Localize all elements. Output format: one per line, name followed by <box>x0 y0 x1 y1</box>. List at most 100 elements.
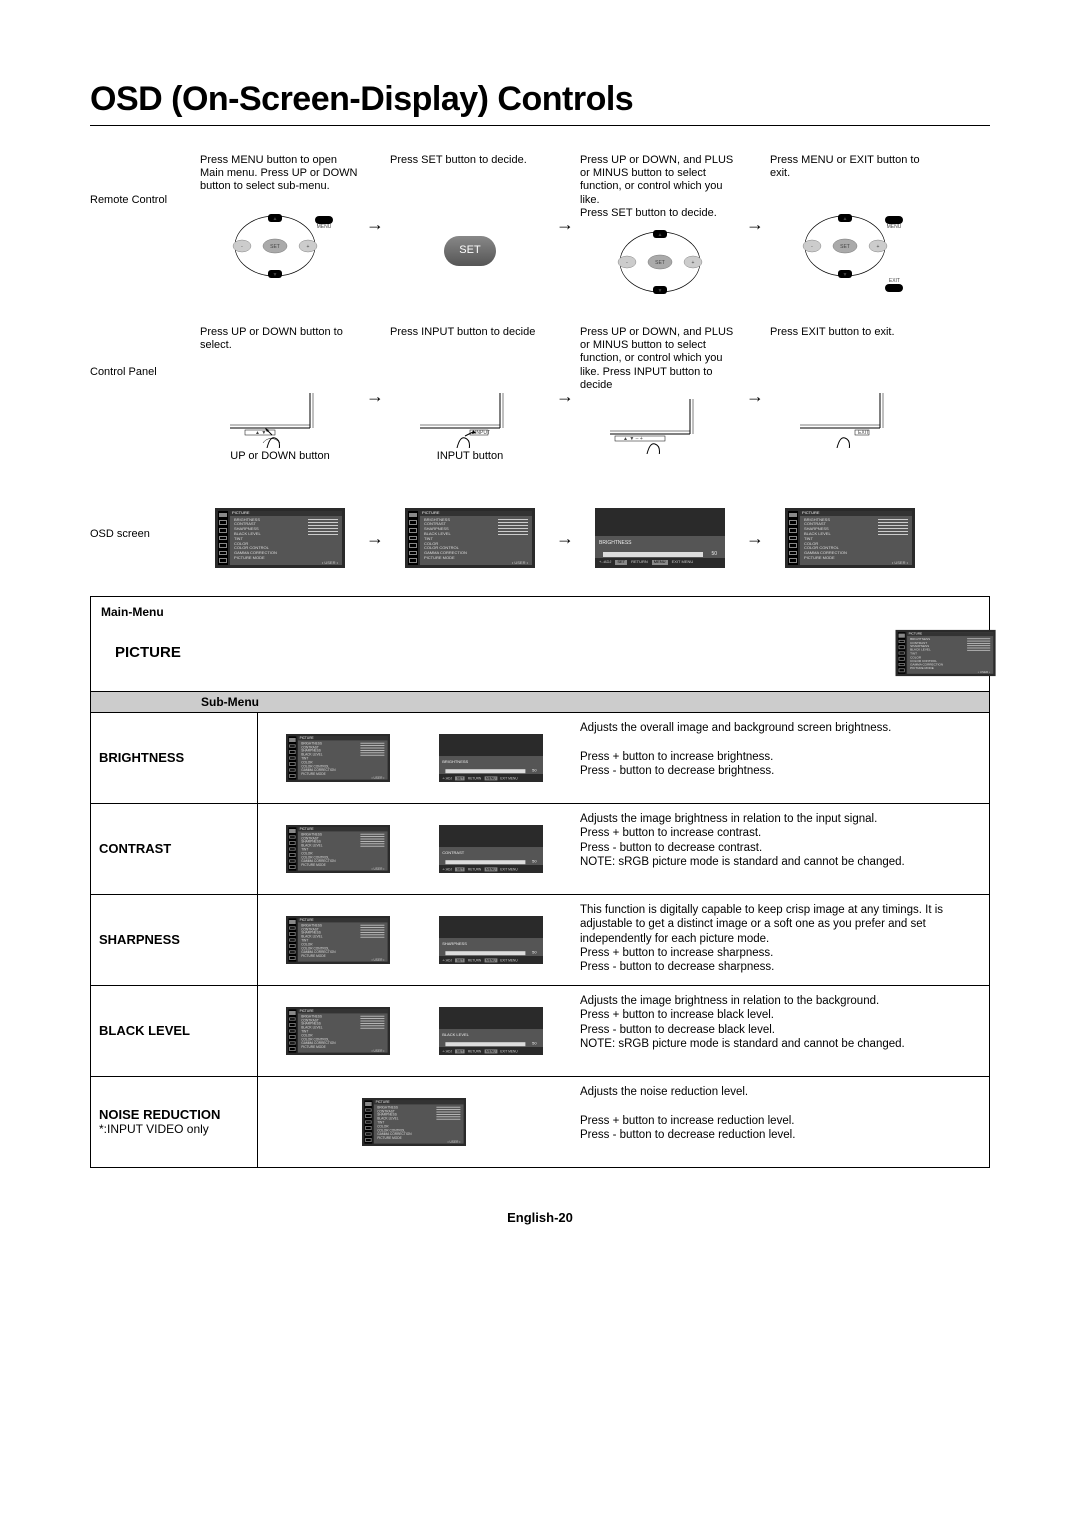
remote-step-4-caption: Press MENU or EXIT button to exit. <box>770 154 930 204</box>
osd-menu-thumbnail: PICTUREBRIGHTNESSCONTRASTSHARPNESSBLACK … <box>286 734 390 782</box>
submenu-row: NOISE REDUCTION*:INPUT VIDEO only PICTURE… <box>91 1076 989 1167</box>
submenu-name: CONTRAST <box>91 804 258 894</box>
arrow-right-icon: → <box>550 508 580 550</box>
submenu-thumbs: PICTUREBRIGHTNESSCONTRASTSHARPNESSBLACK … <box>258 895 570 985</box>
osd-menu-thumbnail: PICTUREBRIGHTNESSCONTRASTSHARPNESSBLACK … <box>286 825 390 873</box>
svg-text:+: + <box>877 244 880 250</box>
submenu-thumbs: PICTUREBRIGHTNESSCONTRASTSHARPNESSBLACK … <box>258 713 570 803</box>
remote-step-2: Press SET button to decide. SET <box>390 154 550 296</box>
osd-menu-thumbnail: PICTUREBRIGHTNESSCONTRASTSHARPNESSBLACK … <box>362 1098 466 1146</box>
svg-text:EXIT: EXIT <box>889 278 900 284</box>
submenu-desc: Adjusts the overall image and background… <box>570 713 989 803</box>
submenu-row: BLACK LEVEL PICTUREBRIGHTNESSCONTRASTSHAR… <box>91 985 989 1076</box>
osd-menu-thumbnail: PICTUREBRIGHTNESSCONTRASTSHARPNESSBLACK … <box>785 508 915 568</box>
monitor-corner-icon: INPUT <box>415 388 525 448</box>
page-title: OSD (On-Screen-Display) Controls <box>90 80 990 119</box>
osd-step-3: BRIGHTNESS50+-:ADJSETRETURNMENUEXIT MENU <box>580 508 740 570</box>
submenu-desc: Adjusts the noise reduction level. Press… <box>570 1077 989 1167</box>
svg-text:MENU: MENU <box>887 224 902 230</box>
svg-text:EXIT: EXIT <box>858 430 869 436</box>
submenu-name: BRIGHTNESS <box>91 713 258 803</box>
svg-text:SET: SET <box>270 244 280 250</box>
osd-menu-thumbnail: PICTUREBRIGHTNESSCONTRASTSHARPNESSBLACK … <box>286 916 390 964</box>
arrow-right-icon: → <box>550 154 580 236</box>
osd-menu-thumbnail: PICTUREBRIGHTNESSCONTRASTSHARPNESSBLACK … <box>286 1007 390 1055</box>
svg-text:▲: ▲ <box>843 216 848 222</box>
svg-text:SET: SET <box>655 260 665 266</box>
panel-step-4-caption: Press EXIT button to exit. <box>770 326 930 386</box>
panel-step-2-caption: Press INPUT button to decide <box>390 326 550 386</box>
remote-ellipse-icon: ▲ ▼ - + SET MENU EXIT <box>790 206 910 296</box>
set-button-large: SET <box>444 236 496 266</box>
remote-step-1: Press MENU button to open Main menu. Pre… <box>200 154 360 296</box>
remote-step-4: Press MENU or EXIT button to exit. ▲ ▼ -… <box>770 154 930 296</box>
main-menu-header: Main-Menu <box>91 597 989 623</box>
svg-text:INPUT: INPUT <box>475 430 490 436</box>
panel-step-3: Press UP or DOWN, and PLUS or MINUS butt… <box>580 326 740 484</box>
osd-slider-thumbnail: BLACK LEVEL50+-:ADJSETRETURNMENUEXIT MEN… <box>439 1007 543 1055</box>
monitor-corner-icon: EXIT <box>795 388 905 448</box>
svg-text:▲: ▲ <box>658 232 663 238</box>
osd-menu-thumbnail: PICTUREBRIGHTNESSCONTRASTSHARPNESSBLACK … <box>896 630 996 676</box>
svg-text:▼: ▼ <box>658 288 663 294</box>
osd-label: OSD screen <box>90 508 200 541</box>
submenu-desc: This function is digitally capable to ke… <box>570 895 989 985</box>
arrow-right-icon: → <box>360 154 390 236</box>
svg-text:▼: ▼ <box>843 272 848 278</box>
panel-step-4: Press EXIT button to exit. EXIT <box>770 326 930 478</box>
svg-text:SET: SET <box>840 244 850 250</box>
osd-step-1: PICTUREBRIGHTNESSCONTRASTSHARPNESSBLACK … <box>200 508 360 570</box>
osd-step-4: PICTUREBRIGHTNESSCONTRASTSHARPNESSBLACK … <box>770 508 930 570</box>
osd-slider-thumbnail: BRIGHTNESS50+-:ADJSETRETURNMENUEXIT MENU <box>439 734 543 782</box>
panel-step-1: Press UP or DOWN button to select. ▲ ▼ U… <box>200 326 360 478</box>
panel-step-1-caption: Press UP or DOWN button to select. <box>200 326 360 386</box>
picture-title: PICTURE <box>115 644 864 661</box>
monitor-corner-icon: ▲ ▼ – + <box>605 394 715 454</box>
remote-row: Remote Control Press MENU button to open… <box>90 154 990 312</box>
picture-row: PICTURE PICTUREBRIGHTNESSCONTRASTSHARPNE… <box>91 623 989 691</box>
arrow-right-icon: → <box>740 508 770 550</box>
submenu-row: SHARPNESS PICTUREBRIGHTNESSCONTRASTSHARPN… <box>91 894 989 985</box>
osd-step-2: PICTUREBRIGHTNESSCONTRASTSHARPNESSBLACK … <box>390 508 550 570</box>
submenu-thumbs: PICTUREBRIGHTNESSCONTRASTSHARPNESSBLACK … <box>258 804 570 894</box>
submenu-row: CONTRAST PICTUREBRIGHTNESSCONTRASTSHARPNE… <box>91 803 989 894</box>
panel-step-2: Press INPUT button to decide INPUT INPUT… <box>390 326 550 478</box>
panel-step-2-bottom: INPUT button <box>415 450 525 463</box>
arrow-right-icon: → <box>360 508 390 550</box>
remote-step-3: Press UP or DOWN, and PLUS or MINUS butt… <box>580 154 740 312</box>
remote-ellipse-icon: ▲ ▼ - + SET MENU <box>220 206 340 286</box>
submenu-desc: Adjusts the image brightness in relation… <box>570 804 989 894</box>
monitor-corner-icon: ▲ ▼ <box>225 388 335 448</box>
arrow-right-icon: → <box>740 154 770 236</box>
page-number: English-20 <box>90 1210 990 1225</box>
arrow-right-icon: → <box>740 326 770 408</box>
sub-menu-header: Sub-Menu <box>91 691 989 712</box>
arrow-right-icon: → <box>360 326 390 408</box>
submenu-name: SHARPNESS <box>91 895 258 985</box>
panel-step-1-bottom: UP or DOWN button <box>225 450 335 463</box>
svg-text:+: + <box>307 244 310 250</box>
remote-step-2-caption: Press SET button to decide. <box>390 154 550 204</box>
menu-table: Main-Menu PICTURE PICTUREBRIGHTNESSCONTR… <box>90 596 990 1168</box>
svg-text:▲ ▼ – +: ▲ ▼ – + <box>623 436 643 442</box>
osd-menu-thumbnail: PICTUREBRIGHTNESSCONTRASTSHARPNESSBLACK … <box>405 508 535 568</box>
osd-menu-thumbnail: PICTUREBRIGHTNESSCONTRASTSHARPNESSBLACK … <box>215 508 345 568</box>
remote-label: Remote Control <box>90 154 200 207</box>
svg-text:▲: ▲ <box>273 216 278 222</box>
submenu-name: NOISE REDUCTION*:INPUT VIDEO only <box>91 1077 258 1167</box>
panel-label: Control Panel <box>90 326 200 379</box>
flow-section: Remote Control Press MENU button to open… <box>90 154 990 570</box>
submenu-name: BLACK LEVEL <box>91 986 258 1076</box>
panel-step-3-caption: Press UP or DOWN, and PLUS or MINUS butt… <box>580 326 740 392</box>
osd-row: OSD screen PICTUREBRIGHTNESSCONTRASTSHAR… <box>90 508 990 570</box>
remote-step-1-caption: Press MENU button to open Main menu. Pre… <box>200 154 360 204</box>
title-rule <box>90 125 990 126</box>
svg-text:▲ ▼: ▲ ▼ <box>255 430 266 436</box>
osd-slider-thumbnail: SHARPNESS50+-:ADJSETRETURNMENUEXIT MENU <box>439 916 543 964</box>
submenu-desc: Adjusts the image brightness in relation… <box>570 986 989 1076</box>
remote-ellipse-icon: ▲ ▼ - + SET <box>600 222 720 302</box>
osd-slider-thumbnail: CONTRAST50+-:ADJSETRETURNMENUEXIT MENU <box>439 825 543 873</box>
submenu-thumbs: PICTUREBRIGHTNESSCONTRASTSHARPNESSBLACK … <box>258 986 570 1076</box>
svg-text:▼: ▼ <box>273 272 278 278</box>
osd-slider-thumbnail: BRIGHTNESS50+-:ADJSETRETURNMENUEXIT MENU <box>595 508 725 568</box>
